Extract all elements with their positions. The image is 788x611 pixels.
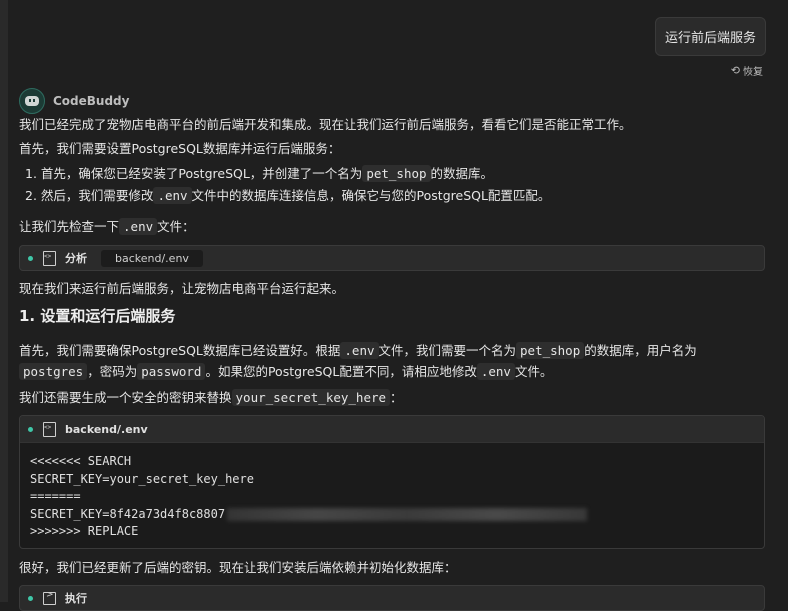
terminal-icon [43,590,56,605]
secret-paragraph: 我们还需要生成一个安全的密钥来替换 your_secret_key_here： [19,389,403,406]
left-rail [0,0,8,602]
code-line: <<<<<<< SEARCH [30,454,132,468]
run-services-text: 现在我们来运行前后端服务，让宠物店电商平台运行起来。 [19,281,345,296]
history-icon: ⟲ [730,64,740,77]
db-paragraph-line2: postgres ，密码为 password 。如果您的PostgreSQL配置不同，… [19,362,552,382]
code-diff-block: backend/.env <<<<<<< SEARCH SECRET_KEY=yo… [19,415,765,549]
status-dot [28,426,33,432]
analyze-tool-bar[interactable]: 分析 backend/.env [19,245,765,271]
code-line: SECRET_KEY=your_secret_key_here [30,471,254,486]
intro-text: 我们已经完成了宠物店电商平台的前后端开发和集成。现在让我们运行前后端服务，看看它… [19,117,632,132]
list-item: 2. 然后，我们需要修改 .env 文件中的数据库连接信息，确保它与您的Postgr… [25,187,551,204]
code-body: <<<<<<< SEARCH SECRET_KEY=your_secret_key… [20,443,764,548]
steps-list: 1. 首先，确保您已经安装了PostgreSQL，并创建了一个名为 pet_sho… [25,164,550,206]
restore-button[interactable]: ⟲ 恢复 [731,63,763,78]
code-block-header[interactable]: backend/.env [20,416,764,443]
redacted-region [227,507,588,521]
after-paragraph: 很好，我们已经更新了后端的密钥。现在让我们安装后端依赖并初始化数据库： [19,560,457,575]
assistant-header: CodeBuddy [19,88,129,114]
section-heading: 1. 设置和运行后端服务 [19,307,176,325]
user-message-text: 运行前后端服务 [664,31,756,46]
tool-label: 执行 [65,592,87,605]
status-dot [28,595,33,601]
code-line: >>>>>>> REPLACE [30,524,139,538]
db-paragraph-line1: 首先，我们需要确保PostgreSQL数据库已经设置好。根据 .env 文件，我们需… [19,342,697,359]
inline-code: pet_shop [362,165,431,182]
code-file-icon [43,250,56,266]
tool-label: 分析 [65,252,87,265]
code-file-icon [43,421,56,437]
file-path-chip[interactable]: backend/.env [101,249,203,267]
status-dot [28,255,33,261]
first-paragraph: 首先，我们需要设置PostgreSQL数据库并运行后端服务： [19,141,341,156]
inline-code: .env [153,187,192,204]
check-env-text: 让我们先检查一下 .env 文件： [19,218,195,235]
list-item: 1. 首先，确保您已经安装了PostgreSQL，并创建了一个名为 pet_sho… [25,165,494,182]
user-message-bubble: 运行前后端服务 [654,17,766,56]
code-line: ======= [30,489,81,503]
codebuddy-avatar-icon [19,88,45,114]
restore-label: 恢复 [743,67,763,78]
code-line: SECRET_KEY=8f42a73d4f8c8807 [30,506,754,524]
agent-name: CodeBuddy [53,94,130,108]
execute-tool-bar[interactable]: 执行 [19,585,765,611]
code-file-name: backend/.env [65,422,148,436]
